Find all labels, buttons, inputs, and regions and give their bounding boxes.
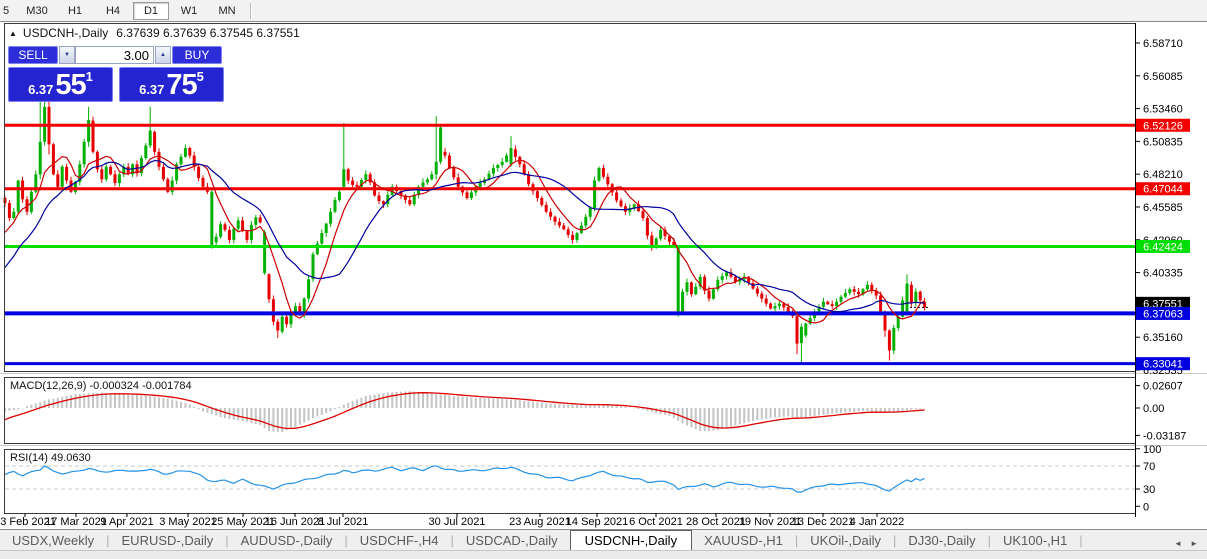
level-price-label-text: 6.42424 [1143, 241, 1183, 253]
timeframe-mn-button[interactable]: MN [209, 2, 245, 20]
chart-title: ▲ USDCNH-,Daily 6.37639 6.37639 6.37545 6.… [9, 26, 300, 40]
sell-price-pips: 55 [55, 71, 85, 100]
horizontal-level-lines[interactable] [4, 125, 1135, 363]
chart-ohlc-values: 6.37639 6.37639 6.37545 6.37551 [116, 26, 300, 40]
date-axis-label: 16 Jun 2021 [265, 516, 326, 528]
macd-axis-label: 0.00 [1143, 403, 1164, 415]
rsi-axis-label: 0 [1143, 501, 1149, 513]
symbol-tabbar: USDX,Weekly| EURUSD-,Daily| AUDUSD-,Dail… [0, 529, 1207, 551]
tab-dj30-daily[interactable]: DJ30-,Daily [896, 531, 987, 551]
spinner-up-icon: ▲ [160, 52, 166, 58]
sell-price-point: 1 [86, 69, 93, 84]
volume-decrease-button[interactable]: ▼ [59, 46, 75, 64]
timeframe-w1-button[interactable]: W1 [171, 2, 207, 20]
timeframe-toolbar: 5 M30 H1 H4 D1 W1 MN [0, 0, 1207, 22]
price-axis-label: 6.48210 [1143, 169, 1183, 181]
rsi-pane-border [5, 450, 1136, 514]
timeframe-m30-button[interactable]: M30 [19, 2, 55, 20]
one-click-trading-panel: SELL ▼ ▲ BUY 6.37 55 1 6.37 75 5 [8, 46, 222, 103]
level-price-label-text: 6.37063 [1143, 308, 1183, 320]
volume-increase-button[interactable]: ▲ [155, 46, 171, 64]
price-axis-label: 6.45585 [1143, 202, 1183, 214]
macd-signal-line [5, 393, 925, 429]
trade-panel-price-row: 6.37 55 1 6.37 75 5 [8, 67, 222, 103]
tab-usdcnh-daily-active[interactable]: USDCNH-,Daily [570, 530, 692, 552]
buy-price-pips: 75 [166, 71, 196, 100]
tab-scroll-arrows-icon[interactable]: ◄ ► [1174, 537, 1207, 551]
price-axis-label: 6.56085 [1143, 71, 1183, 83]
timeframe-m5-button[interactable]: 5 [0, 2, 17, 20]
price-axis-label: 6.50835 [1143, 136, 1183, 148]
toolbar-separator [250, 3, 252, 19]
timeframe-h1-button[interactable]: H1 [57, 2, 93, 20]
timeframe-d1-button[interactable]: D1 [133, 2, 169, 20]
price-axis-label: 6.35160 [1143, 332, 1183, 344]
buy-price-display[interactable]: 6.37 75 5 [119, 67, 224, 102]
date-axis-label: 9 Apr 2021 [100, 516, 153, 528]
rsi-axis-label: 70 [1143, 461, 1155, 473]
macd-histogram [5, 391, 925, 432]
price-axis-label: 6.53460 [1143, 104, 1183, 116]
candlesticks [4, 79, 927, 364]
buy-price-prefix: 6.37 [139, 80, 164, 100]
moving-average-line [5, 161, 925, 312]
date-axis-label: 8 Jul 2021 [318, 516, 369, 528]
price-axis-label: 6.40335 [1143, 268, 1183, 280]
date-axis-label: 30 Jul 2021 [429, 516, 486, 528]
volume-input[interactable] [75, 46, 154, 64]
date-axis-label: 14 Sep 2021 [566, 516, 628, 528]
timeframe-h4-button[interactable]: H4 [95, 2, 131, 20]
tab-xauusd-h1[interactable]: XAUUSD-,H1 [692, 531, 795, 551]
tab-audusd-daily[interactable]: AUDUSD-,Daily [229, 531, 345, 551]
sell-price-display[interactable]: 6.37 55 1 [8, 67, 113, 102]
macd-label: MACD(12,26,9) -0.000324 -0.001784 [10, 380, 192, 392]
date-axis-label: 17 Mar 2021 [45, 516, 107, 528]
buy-button[interactable]: BUY [172, 46, 222, 64]
rsi-axis-label: 100 [1143, 444, 1161, 456]
mt4-window: { "toolbar": {"timeframes": ["5","M30","… [0, 0, 1207, 558]
date-axis-label: 23 Aug 2021 [509, 516, 571, 528]
rsi-line [5, 466, 925, 492]
collapse-arrow-icon[interactable]: ▲ [9, 29, 17, 38]
date-axis-label: 28 Oct 2021 [686, 516, 746, 528]
date-axis-label: 3 May 2021 [159, 516, 216, 528]
moving-average-line [5, 156, 925, 323]
chart-symbol-label: USDCNH-,Daily [23, 26, 108, 40]
level-price-label-text: 6.52126 [1143, 120, 1183, 132]
sell-button[interactable]: SELL [8, 46, 58, 64]
level-price-label-text: 6.47044 [1143, 184, 1183, 196]
tab-usdchf-h4[interactable]: USDCHF-,H4 [348, 531, 451, 551]
tab-uk100-h1[interactable]: UK100-,H1 [991, 531, 1079, 551]
tab-usdx-weekly[interactable]: USDX,Weekly [0, 531, 106, 551]
date-axis-label: 13 Dec 2021 [792, 516, 854, 528]
tab-separator: | [1079, 531, 1082, 551]
date-axis-label: 4 Jan 2022 [850, 516, 904, 528]
tab-usdcad-daily[interactable]: USDCAD-,Daily [454, 531, 570, 551]
date-axis-label: 6 Oct 2021 [629, 516, 683, 528]
rsi-axis-label: 30 [1143, 484, 1155, 496]
tab-ukoil-daily[interactable]: UKOil-,Daily [798, 531, 893, 551]
trade-panel-top-row: SELL ▼ ▲ BUY [8, 46, 222, 64]
price-axis-label: 6.58710 [1143, 38, 1183, 50]
macd-axis-label: -0.03187 [1143, 430, 1186, 442]
macd-axis-label: 0.02607 [1143, 381, 1183, 393]
tab-eurusd-daily[interactable]: EURUSD-,Daily [110, 531, 226, 551]
sell-price-prefix: 6.37 [28, 80, 53, 100]
spinner-down-icon: ▼ [64, 52, 70, 58]
level-price-label-text: 6.33041 [1143, 359, 1183, 371]
rsi-label: RSI(14) 49.0630 [10, 452, 91, 464]
buy-price-point: 5 [197, 69, 204, 84]
